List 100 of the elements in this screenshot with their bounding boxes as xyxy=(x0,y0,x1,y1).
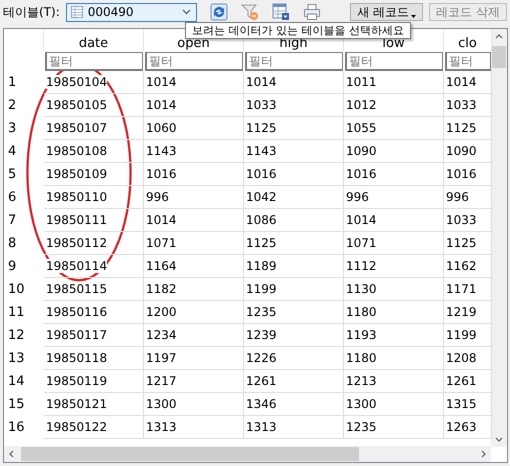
table-cell: 1090 xyxy=(346,144,377,158)
table-cell: 19850111 xyxy=(46,213,108,227)
table-cell: 1112 xyxy=(346,259,377,273)
table-cell: 1164 xyxy=(146,259,177,273)
filter-button[interactable] xyxy=(240,2,260,22)
table-cell: 1300 xyxy=(346,397,377,411)
row-number: 9 xyxy=(7,258,18,276)
table-cell: 1217 xyxy=(146,374,177,388)
table-cell: 19850112 xyxy=(46,236,108,250)
table-cell: 1200 xyxy=(146,305,177,319)
refresh-icon xyxy=(210,3,228,21)
new-record-button[interactable]: 새 레코드 xyxy=(350,3,424,21)
table-cell: 1125 xyxy=(446,121,477,135)
table-cell: 19850115 xyxy=(46,282,108,296)
table-cell: 1180 xyxy=(346,351,377,365)
table-cell: 19850114 xyxy=(46,259,108,273)
table-cell: 996 xyxy=(346,190,369,204)
table-cell: 19850108 xyxy=(46,144,108,158)
table-cell: 1261 xyxy=(246,374,277,388)
table-cell: 1060 xyxy=(146,121,177,135)
export-button[interactable] xyxy=(271,2,290,22)
vertical-scrollbar[interactable] xyxy=(491,29,507,447)
table-cell: 1042 xyxy=(246,190,277,204)
table-cell: 1213 xyxy=(346,374,377,388)
table-cell: 19850117 xyxy=(46,328,108,342)
print-button[interactable] xyxy=(302,2,322,22)
table-cell: 1016 xyxy=(146,167,177,181)
table-cell: 1162 xyxy=(446,259,477,273)
table-label: 테이블(T): xyxy=(3,4,60,20)
table-select[interactable]: 000490 xyxy=(66,2,198,22)
table-cell: 1014 xyxy=(146,98,177,112)
table-cell: 1012 xyxy=(346,98,377,112)
table-cell: 1016 xyxy=(246,167,277,181)
scrollbar-thumb[interactable] xyxy=(492,46,506,68)
table-cell: 1315 xyxy=(446,397,477,411)
table-cell: 1125 xyxy=(246,236,277,250)
table-cell: 1016 xyxy=(446,167,477,181)
table-cell: 1180 xyxy=(346,305,377,319)
chevron-down-icon xyxy=(495,437,503,442)
chevron-down-icon xyxy=(182,9,192,15)
scrollbar-thumb[interactable] xyxy=(21,447,359,461)
table-cell: 1300 xyxy=(146,397,177,411)
table-cell: 1011 xyxy=(346,75,377,89)
table-cell: 19850107 xyxy=(46,121,108,135)
row-number: 6 xyxy=(7,188,18,206)
table-cell: 19850110 xyxy=(46,190,108,204)
filter-field[interactable]: 필터 xyxy=(445,52,491,71)
chevron-right-icon xyxy=(481,450,486,458)
table-cell: 1055 xyxy=(346,121,377,135)
table-cell: 1226 xyxy=(246,351,277,365)
table-cell: 19850118 xyxy=(46,351,108,365)
row-number: 11 xyxy=(7,304,26,322)
table-cell: 1171 xyxy=(446,282,477,296)
filter-icon xyxy=(240,3,259,21)
table-cell: 1125 xyxy=(446,236,477,250)
table-cell: 1014 xyxy=(446,75,477,89)
table-cell: 19850119 xyxy=(46,374,108,388)
table-cell: 1071 xyxy=(346,236,377,250)
row-number: 3 xyxy=(7,120,18,138)
table-cell: 1033 xyxy=(446,98,477,112)
table-cell: 19850105 xyxy=(46,98,108,112)
table-cell: 1263 xyxy=(446,420,477,434)
horizontal-scrollbar[interactable] xyxy=(4,446,491,462)
table-cell: 1313 xyxy=(146,420,177,434)
table-cell: 1235 xyxy=(246,305,277,319)
row-number: 12 xyxy=(7,326,26,344)
table-cell: 996 xyxy=(446,190,469,204)
table-cell: 19850122 xyxy=(46,420,108,434)
table-cell: 1130 xyxy=(346,282,377,296)
filter-field[interactable]: 필터 xyxy=(345,52,443,71)
row-number: 16 xyxy=(7,418,26,436)
table-cell: 1199 xyxy=(446,328,477,342)
table-cell: 1125 xyxy=(246,121,277,135)
tooltip: 보려는 데이터가 있는 테이블을 선택하세요 xyxy=(185,22,411,39)
table-cell: 1143 xyxy=(146,144,177,158)
refresh-button[interactable] xyxy=(209,2,228,22)
row-number: 1 xyxy=(7,74,18,92)
table-icon xyxy=(272,3,290,21)
table-cell: 19850104 xyxy=(46,75,108,89)
table-cell: 1261 xyxy=(446,374,477,388)
filter-field[interactable]: 필터 xyxy=(145,52,243,71)
table-cell: 1313 xyxy=(246,420,277,434)
chevron-left-icon xyxy=(9,450,14,458)
filter-field[interactable]: 필터 xyxy=(245,52,343,71)
table-cell: 1197 xyxy=(146,351,177,365)
table-cell: 1239 xyxy=(246,328,277,342)
table-cell: 1219 xyxy=(446,305,477,319)
table-cell: 1016 xyxy=(346,167,377,181)
row-number: 13 xyxy=(7,350,26,368)
table-cell: 1033 xyxy=(246,98,277,112)
chevron-up-icon xyxy=(495,34,503,39)
filter-field[interactable]: 필터 xyxy=(45,52,143,71)
table-icon xyxy=(70,6,83,18)
table-cell: 19850116 xyxy=(46,305,108,319)
table-cell: 1086 xyxy=(246,213,277,227)
table-cell: 19850121 xyxy=(46,397,108,411)
row-number: 8 xyxy=(7,234,18,252)
table-cell: 1033 xyxy=(446,213,477,227)
table-cell: 1346 xyxy=(246,397,277,411)
table-cell: 1208 xyxy=(446,351,477,365)
